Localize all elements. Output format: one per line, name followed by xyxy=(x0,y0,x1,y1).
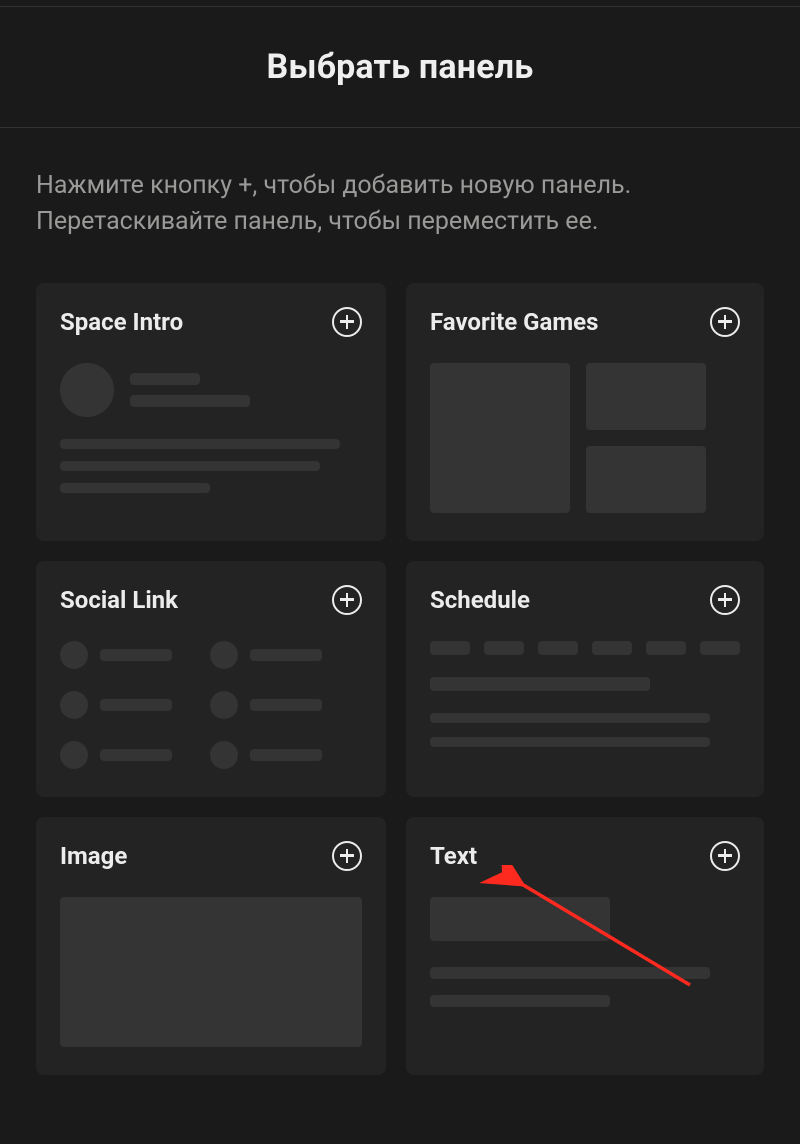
skeleton-dot xyxy=(60,691,88,719)
panel-card-favorite-games[interactable]: Favorite Games xyxy=(406,283,764,541)
add-panel-button-favorite-games[interactable] xyxy=(710,307,740,337)
panel-preview-schedule xyxy=(430,641,740,747)
panel-title-social-link: Social Link xyxy=(60,586,178,614)
skeleton-block xyxy=(60,897,362,1047)
skeleton-line xyxy=(250,649,322,661)
skeleton-line xyxy=(100,699,172,711)
modal-title: Выбрать панель xyxy=(0,47,800,87)
panel-card-social-link[interactable]: Social Link xyxy=(36,561,386,797)
skeleton-block xyxy=(586,446,706,513)
instructions-text: Нажмите кнопку +, чтобы добавить новую п… xyxy=(36,168,764,241)
skeleton-line xyxy=(100,649,172,661)
skeleton-line xyxy=(250,749,322,761)
add-panel-button-space-intro[interactable] xyxy=(332,307,362,337)
skeleton-line xyxy=(430,677,650,691)
panel-preview-space-intro xyxy=(60,363,362,493)
skeleton-line xyxy=(130,373,200,385)
panel-title-image: Image xyxy=(60,842,127,870)
skeleton-dot xyxy=(210,641,238,669)
modal-content: Нажмите кнопку +, чтобы добавить новую п… xyxy=(0,128,800,1075)
skeleton-line xyxy=(430,713,710,723)
panel-card-text[interactable]: Text xyxy=(406,817,764,1075)
skeleton-line xyxy=(60,483,210,493)
panel-preview-text xyxy=(430,897,740,1007)
add-panel-button-social-link[interactable] xyxy=(332,585,362,615)
skeleton-dot xyxy=(60,641,88,669)
add-panel-button-text[interactable] xyxy=(710,841,740,871)
skeleton-line xyxy=(60,461,320,471)
skeleton-pill xyxy=(430,641,470,655)
skeleton-line xyxy=(430,995,610,1007)
avatar-placeholder xyxy=(60,363,114,417)
panel-title-favorite-games: Favorite Games xyxy=(430,308,598,336)
skeleton-block xyxy=(586,363,706,430)
skeleton-line xyxy=(100,749,172,761)
skeleton-line xyxy=(250,699,322,711)
skeleton-line xyxy=(130,395,250,407)
skeleton-pill xyxy=(538,641,578,655)
panel-preview-image xyxy=(60,897,362,1047)
skeleton-dot xyxy=(60,741,88,769)
add-panel-button-schedule[interactable] xyxy=(710,585,740,615)
add-panel-button-image[interactable] xyxy=(332,841,362,871)
skeleton-line xyxy=(60,439,340,449)
panel-preview-favorite-games xyxy=(430,363,740,513)
panel-preview-social-link xyxy=(60,641,362,769)
panel-card-schedule[interactable]: Schedule xyxy=(406,561,764,797)
skeleton-line xyxy=(430,967,710,979)
panel-title-space-intro: Space Intro xyxy=(60,308,183,336)
panel-title-schedule: Schedule xyxy=(430,586,530,614)
skeleton-dot xyxy=(210,741,238,769)
skeleton-pill xyxy=(646,641,686,655)
skeleton-pill xyxy=(700,641,740,655)
modal-header: Выбрать панель xyxy=(0,7,800,127)
panel-card-space-intro[interactable]: Space Intro xyxy=(36,283,386,541)
skeleton-block xyxy=(430,363,570,513)
panel-card-image[interactable]: Image xyxy=(36,817,386,1075)
skeleton-line xyxy=(430,737,710,747)
skeleton-pill xyxy=(592,641,632,655)
panel-title-text: Text xyxy=(430,842,477,870)
panel-grid: Space Intro xyxy=(36,283,764,1075)
skeleton-dot xyxy=(210,691,238,719)
skeleton-block xyxy=(430,897,610,941)
skeleton-pill xyxy=(484,641,524,655)
